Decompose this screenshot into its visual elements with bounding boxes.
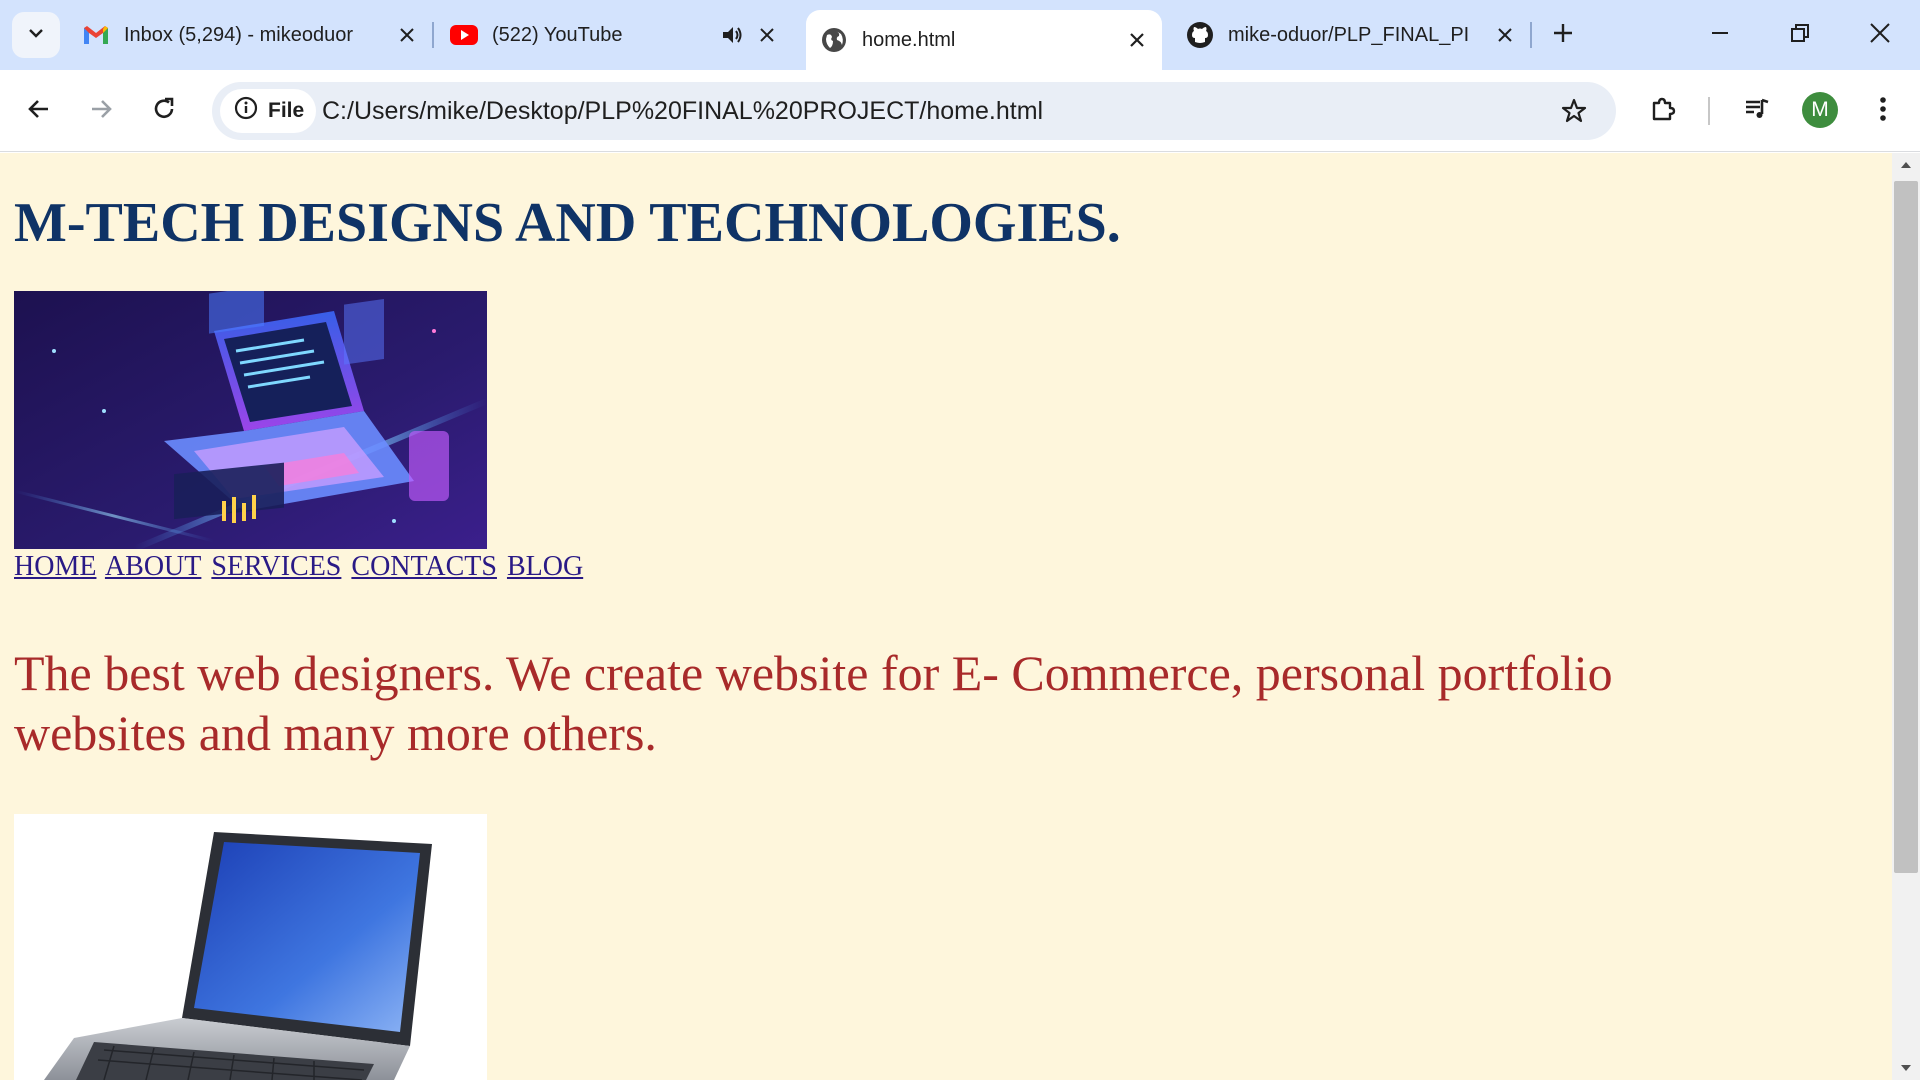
tagline-text: The best web designers. We create websit… — [14, 645, 1613, 761]
tab-strip: Inbox (5,294) - mikeoduor (522) YouTube … — [0, 0, 1920, 70]
gmail-icon — [82, 21, 110, 49]
chevron-down-icon — [27, 24, 45, 47]
close-icon[interactable] — [1490, 20, 1520, 50]
nav-link-blog[interactable]: BLOG — [507, 551, 583, 582]
page-scrollbar[interactable] — [1892, 153, 1920, 1080]
tab-home-html[interactable]: home.html — [806, 10, 1162, 70]
reload-icon — [151, 96, 177, 127]
close-icon[interactable] — [392, 20, 422, 50]
tab-search-button[interactable] — [12, 12, 60, 58]
restore-icon — [1790, 23, 1810, 48]
tab-gmail[interactable]: Inbox (5,294) - mikeoduor — [82, 12, 422, 58]
youtube-icon — [450, 21, 478, 49]
laptop-illustration-image — [14, 291, 487, 549]
bookmark-star-icon[interactable] — [1558, 95, 1590, 127]
arrow-right-icon — [89, 97, 113, 126]
tab-title: mike-oduor/PLP_FINAL_PI — [1228, 23, 1470, 46]
scroll-up-arrow[interactable] — [1892, 153, 1920, 177]
address-bar[interactable]: File C:/Users/mike/Desktop/PLP%20FINAL%2… — [212, 82, 1616, 140]
github-icon — [1186, 21, 1214, 49]
media-queue-icon — [1743, 95, 1771, 128]
more-vertical-icon — [1879, 96, 1887, 127]
info-icon — [234, 96, 258, 126]
media-control-button[interactable] — [1736, 90, 1778, 132]
url-text[interactable]: C:/Users/mike/Desktop/PLP%20FINAL%20PROJ… — [322, 82, 1043, 140]
tab-separator — [1530, 22, 1532, 48]
browser-menu-button[interactable] — [1862, 90, 1904, 132]
reload-button[interactable] — [143, 90, 185, 132]
tab-title: home.html — [862, 28, 956, 51]
site-info-label: File — [268, 99, 305, 122]
browser-toolbar: File C:/Users/mike/Desktop/PLP%20FINAL%2… — [0, 70, 1920, 152]
globe-icon — [820, 26, 848, 54]
close-icon — [1869, 22, 1891, 49]
nav-link-about[interactable]: ABOUT — [105, 551, 201, 582]
scroll-down-arrow[interactable] — [1892, 1056, 1920, 1080]
arrow-left-icon — [27, 97, 51, 126]
nav-link-services[interactable]: SERVICES — [211, 551, 341, 582]
tab-separator — [432, 22, 434, 48]
minimize-icon — [1710, 23, 1730, 48]
laptop-photo-image — [14, 814, 487, 1080]
nav-link-home[interactable]: HOME — [14, 551, 96, 582]
close-window-button[interactable] — [1850, 10, 1910, 60]
toolbar-divider — [1708, 97, 1710, 125]
main-nav: HOME ABOUT SERVICES CONTACTS BLOG — [14, 551, 586, 583]
tab-title: (522) YouTube — [492, 23, 623, 46]
forward-button[interactable] — [80, 90, 122, 132]
back-button[interactable] — [18, 90, 60, 132]
extensions-button[interactable] — [1642, 90, 1684, 132]
close-icon[interactable] — [752, 20, 782, 50]
tab-github[interactable]: mike-oduor/PLP_FINAL_PI — [1186, 12, 1520, 58]
page-title: M-TECH DESIGNS AND TECHNOLOGIES. — [14, 192, 1121, 254]
minimize-button[interactable] — [1690, 10, 1750, 60]
puzzle-icon — [1649, 95, 1677, 128]
profile-avatar[interactable]: M — [1802, 92, 1838, 128]
tab-youtube[interactable]: (522) YouTube — [450, 12, 782, 58]
site-info-chip[interactable]: File — [220, 89, 316, 133]
nav-link-contacts[interactable]: CONTACTS — [351, 551, 497, 582]
page-viewport: M-TECH DESIGNS AND TECHNOLOGIES. HOME AB… — [0, 153, 1892, 1080]
restore-button[interactable] — [1770, 10, 1830, 60]
speaker-icon[interactable] — [718, 20, 748, 50]
scrollbar-thumb[interactable] — [1894, 181, 1918, 873]
tab-title: Inbox (5,294) - mikeoduor — [124, 23, 354, 46]
new-tab-button[interactable] — [1546, 18, 1580, 52]
plus-icon — [1552, 22, 1574, 49]
close-icon[interactable] — [1122, 25, 1152, 55]
